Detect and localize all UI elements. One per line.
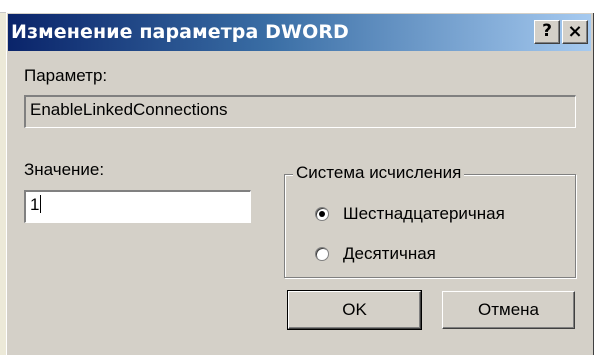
- radio-selected-icon[interactable]: [315, 207, 329, 221]
- close-icon: ×: [567, 21, 583, 42]
- radio-hexadecimal-label[interactable]: Шестнадцатеричная: [343, 204, 505, 224]
- parameter-name-value: EnableLinkedConnections: [30, 100, 228, 119]
- radio-dot-icon: [319, 211, 325, 217]
- value-input-text: 1: [30, 195, 40, 214]
- radio-unselected-icon[interactable]: [315, 247, 329, 261]
- text-cursor: [40, 195, 42, 213]
- number-system-legend: Система исчисления: [293, 163, 465, 183]
- parameter-label: Параметр:: [24, 66, 108, 85]
- ok-button[interactable]: OK: [287, 290, 422, 330]
- value-label: Значение:: [24, 160, 105, 179]
- parameter-name-field[interactable]: EnableLinkedConnections: [24, 95, 576, 128]
- window-title: Изменение параметра DWORD: [11, 21, 349, 43]
- radio-decimal[interactable]: Десятичная: [315, 243, 436, 265]
- value-input[interactable]: 1: [24, 190, 251, 223]
- radio-decimal-label[interactable]: Десятичная: [343, 244, 436, 264]
- cancel-button[interactable]: Отмена: [442, 291, 575, 329]
- number-system-group: Система исчисления Шестнадцатеричная Дес…: [284, 163, 576, 278]
- close-button[interactable]: ×: [562, 20, 588, 44]
- dword-edit-dialog: Изменение параметра DWORD ? × Параметр: …: [6, 12, 594, 355]
- help-button[interactable]: ?: [534, 20, 560, 44]
- title-bar[interactable]: Изменение параметра DWORD ? ×: [8, 14, 591, 51]
- radio-hexadecimal[interactable]: Шестнадцатеричная: [315, 203, 505, 225]
